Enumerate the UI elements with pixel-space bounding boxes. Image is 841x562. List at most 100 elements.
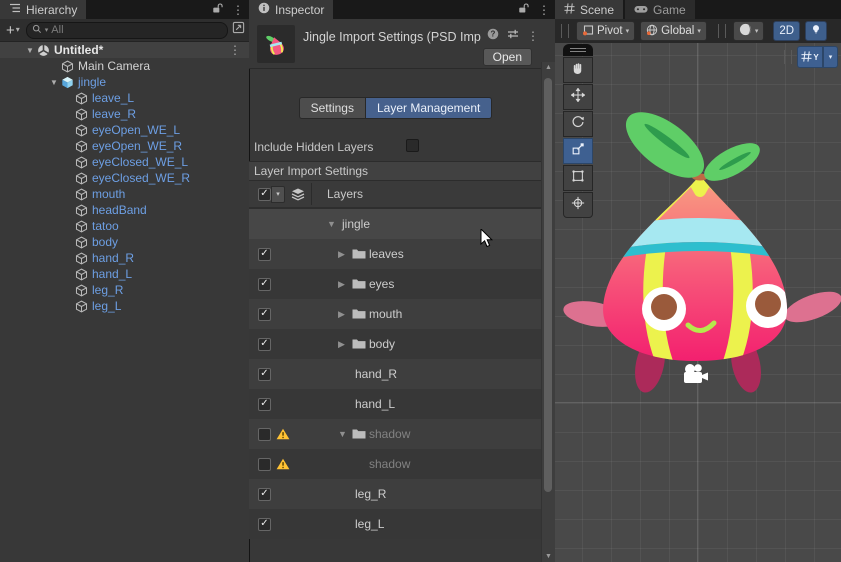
rotate-tool-button[interactable] (563, 111, 593, 137)
hierarchy-item-tatoo[interactable]: tatoo (0, 218, 249, 234)
chevron-right-icon[interactable]: ▶ (338, 279, 345, 290)
open-button[interactable]: Open (482, 48, 532, 66)
layer-visibility-checkbox[interactable]: ✓ (258, 397, 271, 411)
hierarchy-item-leg_R[interactable]: leg_R (0, 282, 249, 298)
inspector-menu-icon[interactable]: ⋮ (538, 4, 550, 16)
scene-picker-icon[interactable] (232, 21, 245, 39)
hierarchy-item-hand_R[interactable]: hand_R (0, 250, 249, 266)
chevron-down-icon[interactable]: ▼ (48, 78, 60, 87)
layer-visibility-checkbox[interactable]: ✓ (258, 487, 271, 501)
hierarchy-item-leave_L[interactable]: leave_L (0, 90, 249, 106)
shading-mode-dropdown[interactable]: ▾ (732, 21, 765, 41)
layer-row-shadow[interactable]: shadow (249, 449, 542, 479)
hierarchy-item-eyeOpen_WE_L[interactable]: eyeOpen_WE_L (0, 122, 249, 138)
hierarchy-item-eyeOpen_WE_R[interactable]: eyeOpen_WE_R (0, 138, 249, 154)
layer-row-leaves[interactable]: ✓ ▶ leaves (249, 239, 542, 269)
hierarchy-item-label: leave_L (92, 91, 135, 105)
scene-menu-icon[interactable]: ⋮ (229, 44, 241, 56)
gameobject-cube-icon (60, 60, 75, 73)
layer-row-leg_R[interactable]: ✓ leg_R (249, 479, 542, 509)
transform-tool-button[interactable] (563, 192, 593, 218)
include-hidden-layers-checkbox[interactable] (406, 139, 419, 152)
tools-drag-handle[interactable] (563, 44, 593, 56)
lock-icon[interactable] (212, 1, 223, 19)
layer-visibility-checkbox[interactable]: ✓ (258, 307, 271, 321)
hierarchy-item-leg_L[interactable]: leg_L (0, 298, 249, 314)
layer-visibility-checkbox[interactable]: ✓ (258, 337, 271, 351)
scroll-up-icon[interactable]: ▲ (542, 64, 555, 71)
select-all-layers-checkbox[interactable]: ✓ (258, 187, 271, 201)
toolbar-drag-handle[interactable] (561, 24, 569, 38)
hierarchy-item-body[interactable]: body (0, 234, 249, 250)
chevron-right-icon[interactable]: ▶ (338, 249, 345, 260)
tab-layer-management[interactable]: Layer Management (364, 97, 493, 119)
asset-menu-icon[interactable]: ⋮ (527, 30, 539, 42)
tab-game[interactable]: Game (625, 0, 695, 19)
tab-scene[interactable]: Scene (555, 0, 624, 19)
hierarchy-item-eyeClosed_WE_R[interactable]: eyeClosed_WE_R (0, 170, 249, 186)
scene-viewport[interactable]: Pivot ▾ Global ▾ ▾ 2D Y ▾ (555, 19, 841, 562)
hierarchy-item-eyeClosed_WE_L[interactable]: eyeClosed_WE_L (0, 154, 249, 170)
layer-row-jingle[interactable]: ▼ jingle (249, 209, 542, 239)
help-icon[interactable]: ? (487, 27, 499, 45)
presets-icon[interactable] (507, 27, 519, 45)
hierarchy-item-leave_R[interactable]: leave_R (0, 106, 249, 122)
scrollbar-thumb[interactable] (544, 78, 552, 492)
chevron-down-icon[interactable]: ▼ (327, 219, 336, 229)
layer-row-hand_R[interactable]: ✓ hand_R (249, 359, 542, 389)
layer-visibility-checkbox[interactable]: ✓ (258, 277, 271, 291)
layer-visibility-checkbox[interactable]: ✓ (258, 517, 271, 531)
chevron-down-icon[interactable]: ▼ (338, 429, 347, 439)
inspector-scrollbar[interactable]: ▲ ▼ (541, 62, 555, 562)
hierarchy-search-input[interactable]: ▾ All (25, 21, 228, 39)
add-object-button[interactable]: + ▾ (4, 23, 22, 38)
hierarchy-item-hand_L[interactable]: hand_L (0, 266, 249, 282)
hierarchy-item-mouth[interactable]: mouth (0, 186, 249, 202)
rect-tool-button[interactable] (563, 165, 593, 191)
jingle-sprite[interactable] (555, 19, 841, 562)
chevron-right-icon[interactable]: ▶ (338, 339, 345, 350)
tab-hierarchy[interactable]: Hierarchy (0, 0, 87, 19)
scroll-down-icon[interactable]: ▼ (542, 553, 555, 560)
hierarchy-scene-row[interactable]: ▼ Untitled* ⋮ (0, 42, 249, 58)
character-body (603, 175, 788, 361)
global-dropdown[interactable]: Global ▾ (640, 21, 707, 41)
layer-row-shadow[interactable]: ▼ shadow (249, 419, 542, 449)
layer-visibility-checkbox[interactable]: ✓ (258, 247, 271, 261)
gameobject-cube-icon (74, 140, 89, 153)
grid-settings-dropdown[interactable]: ▾ (823, 46, 838, 68)
grid-icon (564, 2, 575, 17)
grid-drag-handle[interactable] (784, 50, 792, 64)
camera-gizmo-icon[interactable] (684, 364, 708, 383)
layer-row-eyes[interactable]: ✓ ▶ eyes (249, 269, 542, 299)
layer-visibility-checkbox[interactable] (258, 427, 271, 441)
hierarchy-menu-icon[interactable]: ⋮ (232, 4, 244, 16)
hierarchy-item-headBand[interactable]: headBand (0, 202, 249, 218)
chevron-right-icon[interactable]: ▶ (338, 309, 345, 320)
scale-tool-button[interactable] (563, 138, 593, 164)
grid-visibility-button[interactable]: Y (797, 46, 823, 68)
toolbar-drag-handle[interactable] (717, 24, 726, 38)
layer-row-body[interactable]: ✓ ▶ body (249, 329, 542, 359)
hand-tool-button[interactable] (563, 57, 593, 83)
layer-row-mouth[interactable]: ✓ ▶ mouth (249, 299, 542, 329)
include-hidden-layers-row: Include Hidden Layers (249, 139, 555, 155)
chevron-down-icon[interactable]: ▼ (24, 46, 36, 55)
add-object-label: + (6, 21, 15, 39)
tab-inspector[interactable]: Inspector (249, 0, 334, 19)
layer-row-hand_L[interactable]: ✓ hand_L (249, 389, 542, 419)
tab-settings[interactable]: Settings (298, 97, 365, 119)
pivot-dropdown[interactable]: Pivot ▾ (576, 21, 636, 41)
gameobject-cube-icon (74, 284, 89, 297)
layer-visibility-checkbox[interactable]: ✓ (258, 367, 271, 381)
layer-label: body (369, 337, 396, 351)
layer-visibility-checkbox[interactable] (258, 457, 271, 471)
layer-row-leg_L[interactable]: ✓ leg_L (249, 509, 542, 539)
lock-icon[interactable] (518, 1, 529, 19)
2d-toggle-button[interactable]: 2D (773, 21, 801, 41)
hierarchy-item-jingle[interactable]: ▼ jingle (0, 74, 249, 90)
select-all-dropdown-icon[interactable]: ▾ (271, 185, 285, 203)
scene-lighting-button[interactable] (805, 21, 828, 41)
hierarchy-item-Main Camera[interactable]: Main Camera (0, 58, 249, 74)
move-tool-button[interactable] (563, 84, 593, 110)
